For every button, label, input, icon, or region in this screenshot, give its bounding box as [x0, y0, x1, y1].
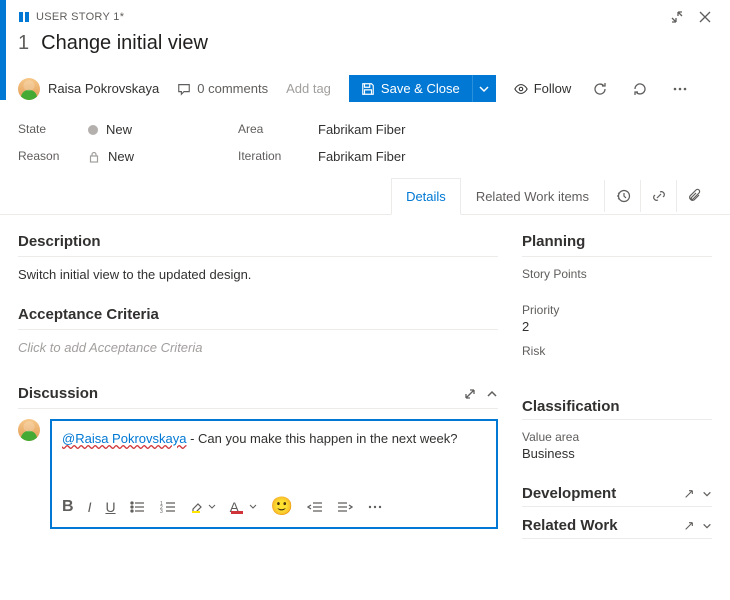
development-heading: Development [522, 485, 616, 502]
area-field[interactable]: Fabrikam Fiber [318, 122, 712, 137]
tab-links-icon[interactable] [640, 180, 676, 212]
divider [18, 329, 498, 330]
iteration-value: Fabrikam Fiber [318, 149, 405, 164]
state-field[interactable]: New [88, 122, 238, 137]
value-area-value[interactable]: Business [522, 446, 712, 461]
lock-icon [88, 151, 100, 163]
eye-icon [514, 82, 528, 96]
divider [522, 419, 712, 420]
divider [522, 538, 712, 539]
save-icon [361, 82, 375, 96]
expand-icon[interactable] [464, 388, 476, 400]
divider [522, 256, 712, 257]
state-dot-icon [88, 125, 98, 135]
divider [522, 506, 712, 507]
chevron-down-icon[interactable] [702, 521, 712, 531]
tab-details[interactable]: Details [391, 178, 461, 215]
avatar [18, 78, 40, 100]
chevron-down-icon [479, 84, 489, 94]
iteration-label: Iteration [238, 149, 318, 164]
reason-field[interactable]: New [88, 149, 238, 164]
discussion-heading: Discussion [18, 385, 98, 402]
risk-label[interactable]: Risk [522, 344, 712, 358]
user-story-icon [18, 11, 30, 23]
outdent-button[interactable] [307, 500, 323, 514]
chevron-up-icon[interactable] [486, 388, 498, 400]
tab-attachments-icon[interactable] [676, 180, 712, 212]
chevron-down-icon[interactable] [702, 489, 712, 499]
tab-history-icon[interactable] [604, 180, 640, 212]
discussion-rest: - Can you make this happen in the next w… [186, 431, 457, 446]
font-color-button[interactable]: A [230, 499, 257, 515]
save-dropdown[interactable] [472, 75, 496, 102]
work-item-id: 1 [18, 32, 29, 55]
area-value: Fabrikam Fiber [318, 122, 405, 137]
work-item-type-label: USER STORY 1* [36, 11, 124, 23]
acceptance-placeholder[interactable]: Click to add Acceptance Criteria [18, 340, 498, 355]
iteration-field[interactable]: Fabrikam Fiber [318, 149, 712, 164]
refresh-icon[interactable] [589, 78, 611, 100]
indent-button[interactable] [337, 500, 353, 514]
mention[interactable]: @Raisa Pokrovskaya [62, 431, 186, 446]
divider [18, 408, 498, 409]
reason-label: Reason [18, 149, 88, 164]
assignee-name: Raisa Pokrovskaya [48, 81, 159, 96]
tab-related-work-items[interactable]: Related Work items [461, 178, 604, 214]
work-item-type: USER STORY 1* [18, 11, 124, 23]
avatar [18, 419, 40, 441]
save-close-button[interactable]: Save & Close [349, 75, 472, 102]
expand-icon[interactable] [684, 489, 694, 499]
save-close-label: Save & Close [381, 81, 460, 96]
area-label: Area [238, 122, 318, 137]
classification-heading: Classification [522, 398, 620, 415]
bold-button[interactable]: B [62, 498, 74, 516]
number-list-button[interactable]: 123 [160, 500, 176, 514]
close-icon[interactable] [698, 10, 712, 24]
follow-button[interactable]: Follow [514, 81, 572, 96]
comment-icon [177, 82, 191, 96]
discussion-editor[interactable]: @Raisa Pokrovskaya - Can you make this h… [50, 419, 498, 529]
undo-icon[interactable] [629, 78, 651, 100]
related-work-heading: Related Work [522, 517, 618, 534]
underline-button[interactable]: U [105, 499, 115, 515]
toolbar-more-icon[interactable] [367, 500, 383, 514]
value-area-label: Value area [522, 430, 712, 444]
add-tag[interactable]: Add tag [286, 81, 331, 96]
highlight-button[interactable] [190, 500, 216, 514]
assignee[interactable]: Raisa Pokrovskaya [18, 78, 159, 100]
acceptance-heading: Acceptance Criteria [18, 306, 498, 323]
comments-label: 0 comments [197, 81, 268, 96]
more-icon[interactable] [669, 78, 691, 100]
divider [18, 256, 498, 257]
priority-label: Priority [522, 303, 712, 317]
emoji-button[interactable]: 🙂 [271, 496, 293, 517]
comments-count[interactable]: 0 comments [177, 81, 268, 96]
restore-window-icon[interactable] [670, 10, 684, 24]
accent-bar [0, 0, 6, 100]
italic-button[interactable]: I [88, 499, 92, 515]
story-points-label[interactable]: Story Points [522, 267, 712, 281]
planning-heading: Planning [522, 233, 712, 250]
description-text[interactable]: Switch initial view to the updated desig… [18, 267, 498, 282]
state-value: New [106, 122, 132, 137]
reason-value: New [108, 149, 134, 164]
svg-text:3: 3 [160, 509, 163, 514]
description-heading: Description [18, 233, 498, 250]
work-item-title[interactable]: Change initial view [41, 32, 208, 55]
bullet-list-button[interactable] [130, 500, 146, 514]
state-label: State [18, 122, 88, 137]
follow-label: Follow [534, 81, 572, 96]
priority-value[interactable]: 2 [522, 319, 712, 334]
expand-icon[interactable] [684, 521, 694, 531]
